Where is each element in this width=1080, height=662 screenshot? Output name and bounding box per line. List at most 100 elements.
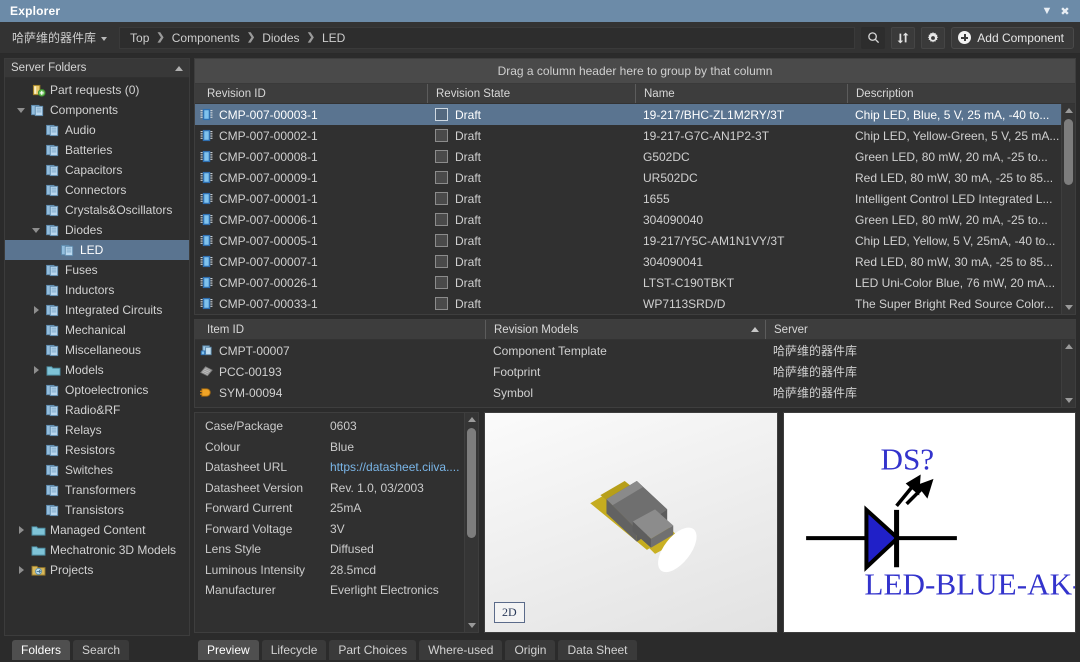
- parameter-row[interactable]: Case/Package 0603: [195, 416, 464, 437]
- tree-item-projects[interactable]: Projects: [5, 560, 189, 580]
- tree-item-audio[interactable]: Audio: [5, 120, 189, 140]
- tree-item-optoelectronics[interactable]: Optoelectronics: [5, 380, 189, 400]
- preview-tab-origin[interactable]: Origin: [505, 640, 556, 660]
- parameter-value-link[interactable]: https://datasheet.ciiva....: [330, 460, 463, 474]
- tree-item-transistors[interactable]: Transistors: [5, 500, 189, 520]
- params-scroll-track[interactable]: [465, 426, 478, 619]
- settings-button[interactable]: [921, 26, 946, 49]
- add-component-button[interactable]: Add Component: [951, 26, 1074, 49]
- params-scroll-thumb[interactable]: [467, 428, 476, 538]
- grid-row[interactable]: CMP-007-00006-1 Draft 304090040 Green LED, …: [195, 209, 1075, 230]
- tree-item-resistors[interactable]: Resistors: [5, 440, 189, 460]
- parameter-row[interactable]: Colour Blue: [195, 437, 464, 458]
- grid-column-header[interactable]: Name: [635, 84, 847, 103]
- twisty-expanded-icon[interactable]: [29, 227, 43, 233]
- grid-row[interactable]: CMP-007-00033-1 Draft WP7113SRD/D The Super…: [195, 293, 1075, 314]
- tree-item-transformers[interactable]: Transformers: [5, 480, 189, 500]
- parameter-row[interactable]: Forward Current 25mA: [195, 498, 464, 519]
- tree-item-mechanical[interactable]: Mechanical: [5, 320, 189, 340]
- tree-item-crystals-oscillators[interactable]: Crystals&Oscillators: [5, 200, 189, 220]
- models-scroll-track[interactable]: [1062, 353, 1075, 394]
- grid-row[interactable]: CMP-007-00003-1 Draft 19-217/BHC-ZL1M2RY/3…: [195, 104, 1075, 125]
- models-column-header[interactable]: Server: [765, 320, 1075, 339]
- tree-item-part-requests-0[interactable]: Part requests (0): [5, 80, 189, 100]
- params-scroll-down-button[interactable]: [465, 619, 478, 632]
- symbol-preview[interactable]: DS? LED-BLUE-AK-2: [782, 412, 1076, 633]
- models-scroll-down-button[interactable]: [1062, 394, 1075, 407]
- grid-column-header[interactable]: Revision ID: [195, 84, 427, 103]
- breadcrumb-item-top[interactable]: Top: [130, 31, 149, 45]
- models-column-header[interactable]: Revision Models: [485, 320, 765, 339]
- triangle-up-icon[interactable]: [175, 65, 183, 71]
- view-mode-badge[interactable]: 2D: [494, 602, 525, 623]
- tree-item-connectors[interactable]: Connectors: [5, 180, 189, 200]
- grid-row[interactable]: CMP-007-00002-1 Draft 19-217-G7C-AN1P2-3T C…: [195, 125, 1075, 146]
- tree-item-fuses[interactable]: Fuses: [5, 260, 189, 280]
- grid-vertical-scrollbar[interactable]: [1061, 104, 1075, 314]
- scroll-thumb[interactable]: [1064, 119, 1073, 185]
- close-icon[interactable]: ✖: [1056, 2, 1074, 20]
- tree-item-batteries[interactable]: Batteries: [5, 140, 189, 160]
- models-column-header[interactable]: Item ID: [195, 320, 485, 339]
- tree-item-capacitors[interactable]: Capacitors: [5, 160, 189, 180]
- tree-item-relays[interactable]: Relays: [5, 420, 189, 440]
- vault-selector[interactable]: 哈萨维的器件库: [6, 26, 113, 49]
- parameter-row[interactable]: Forward Voltage 3V: [195, 519, 464, 540]
- models-row[interactable]: PCC-00193 Footprint 哈萨维的器件库: [195, 361, 1075, 382]
- grid-column-header[interactable]: Description: [847, 84, 1075, 103]
- tree-item-inductors[interactable]: Inductors: [5, 280, 189, 300]
- models-scroll-up-button[interactable]: [1062, 340, 1075, 353]
- parameters-scrollbar[interactable]: [464, 413, 478, 632]
- preview-tab-where-used[interactable]: Where-used: [419, 640, 503, 660]
- breadcrumb-item-components[interactable]: Components: [172, 31, 240, 45]
- tree-item-integrated-circuits[interactable]: Integrated Circuits: [5, 300, 189, 320]
- grid-row[interactable]: CMP-007-00001-1 Draft 1655 Intelligent Cont…: [195, 188, 1075, 209]
- grid-column-header[interactable]: Revision State: [427, 84, 635, 103]
- grid-row[interactable]: CMP-007-00007-1 Draft 304090041 Red LED, 80…: [195, 251, 1075, 272]
- grid-row[interactable]: CMP-007-00005-1 Draft 19-217/Y5C-AM1N1VY/3…: [195, 230, 1075, 251]
- grid-column-label: Revision ID: [207, 87, 266, 100]
- twisty-collapsed-icon[interactable]: [14, 526, 28, 534]
- scroll-up-button[interactable]: [1062, 104, 1075, 117]
- preview-tab-preview[interactable]: Preview: [198, 640, 259, 660]
- search-button[interactable]: [861, 26, 886, 49]
- parameter-row[interactable]: Datasheet URL https://datasheet.ciiva....: [195, 457, 464, 478]
- twisty-collapsed-icon[interactable]: [29, 366, 43, 374]
- refresh-button[interactable]: [891, 26, 916, 49]
- sidebar-tab-folders[interactable]: Folders: [12, 640, 71, 660]
- tree-item-components[interactable]: Components: [5, 100, 189, 120]
- preview-tab-part-choices[interactable]: Part Choices: [329, 640, 417, 660]
- tree-item-diodes[interactable]: Diodes: [5, 220, 189, 240]
- grid-row[interactable]: CMP-007-00009-1 Draft UR502DC Red LED, 80 m…: [195, 167, 1075, 188]
- minimize-icon[interactable]: ▼: [1038, 2, 1056, 20]
- parameter-row[interactable]: Lens Style Diffused: [195, 539, 464, 560]
- grid-row[interactable]: CMP-007-00026-1 Draft LTST-C190TBKT LED Uni…: [195, 272, 1075, 293]
- twisty-collapsed-icon[interactable]: [14, 566, 28, 574]
- tree-item-led[interactable]: LED: [5, 240, 189, 260]
- preview-tab-data-sheet[interactable]: Data Sheet: [558, 640, 637, 660]
- parameter-row[interactable]: Luminous Intensity 28.5mcd: [195, 560, 464, 581]
- tree-item-mechatronic-3d-models[interactable]: Mechatronic 3D Models: [5, 540, 189, 560]
- scroll-down-button[interactable]: [1062, 301, 1075, 314]
- breadcrumb-item-diodes[interactable]: Diodes: [262, 31, 299, 45]
- parameter-row[interactable]: Datasheet Version Rev. 1.0, 03/2003: [195, 478, 464, 499]
- sidebar-tab-search[interactable]: Search: [73, 640, 130, 660]
- params-scroll-up-button[interactable]: [465, 413, 478, 426]
- twisty-collapsed-icon[interactable]: [29, 306, 43, 314]
- parameter-row[interactable]: Manufacturer Everlight Electronics: [195, 580, 464, 601]
- scroll-track[interactable]: [1062, 117, 1075, 301]
- preview-tab-lifecycle[interactable]: Lifecycle: [261, 640, 327, 660]
- tree-item-models[interactable]: Models: [5, 360, 189, 380]
- tree-item-miscellaneous[interactable]: Miscellaneous: [5, 340, 189, 360]
- models-row[interactable]: CMPT-00007 Component Template 哈萨维的器件库: [195, 340, 1075, 361]
- tree-item-managed-content[interactable]: Managed Content: [5, 520, 189, 540]
- grid-row[interactable]: CMP-007-00008-1 Draft G502DC Green LED, 80 …: [195, 146, 1075, 167]
- twisty-expanded-icon[interactable]: [14, 107, 28, 113]
- tree-item-switches[interactable]: Switches: [5, 460, 189, 480]
- footprint-3d-preview[interactable]: 2D: [484, 412, 778, 633]
- breadcrumb-item-led[interactable]: LED: [322, 31, 345, 45]
- models-vertical-scrollbar[interactable]: [1061, 340, 1075, 407]
- tree-item-radio-rf[interactable]: Radio&RF: [5, 400, 189, 420]
- models-row[interactable]: SYM-00094 Symbol 哈萨维的器件库: [195, 382, 1075, 403]
- group-by-dropzone[interactable]: Drag a column header here to group by th…: [195, 59, 1075, 84]
